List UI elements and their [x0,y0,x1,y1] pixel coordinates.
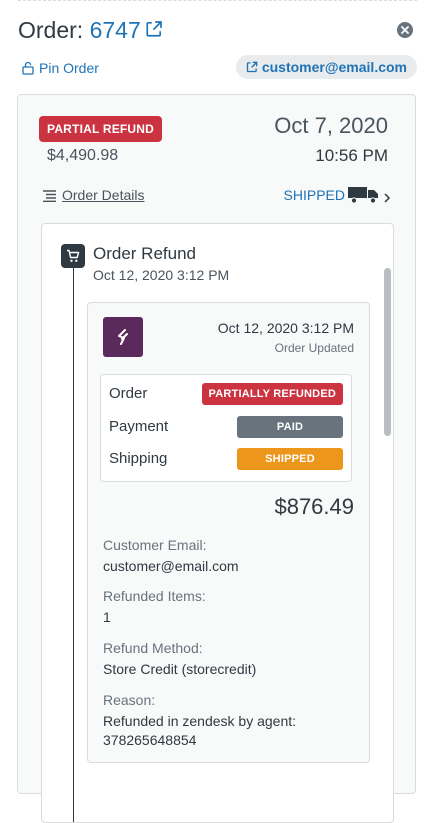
order-time: 10:56 PM [315,146,388,165]
field-customer-email: Customer Email: customer@email.com [103,536,358,576]
page-title: Order: 6747 [18,14,163,46]
field-refunded-items: Refunded Items: 1 [103,587,358,627]
pin-order-button[interactable]: Pin Order [22,59,99,77]
customer-email-link[interactable]: customer@email.com [235,55,417,79]
order-details-label: Order Details [62,187,145,203]
field-value: customer@email.com [103,558,239,574]
event-detail-card: Oct 12, 2020 3:12 PM Order Updated Order… [87,302,370,763]
field-value: Store Credit (storecredit) [103,661,257,677]
order-title-prefix: Order: [18,17,84,43]
status-label: Payment [109,418,169,435]
order-total: $4,490.98 [47,147,119,164]
external-link-icon [246,61,258,73]
timeline[interactable]: Order Refund Oct 12, 2020 3:12 PM Oct 12… [41,223,394,823]
scrollbar[interactable] [384,268,391,436]
status-pill: SHIPPED [237,448,343,470]
field-refund-method: Refund Method: Store Credit (storecredit… [103,639,358,679]
truck-icon [348,187,378,204]
status-table: Order PARTIALLY REFUNDED Payment PAID Sh… [100,374,352,482]
refund-amount: $876.49 [274,494,354,519]
shipping-status-label: SHIPPED [283,187,345,203]
status-label: Shipping [109,450,168,467]
field-label: Refund Method: [103,640,203,656]
field-label: Reason: [103,692,156,708]
field-value: 1 [103,609,111,625]
status-row-order: Order PARTIALLY REFUNDED [109,383,343,407]
app-logo [103,317,143,357]
external-link-icon [145,14,163,46]
order-details-link[interactable]: Order Details [43,186,144,204]
field-label: Customer Email: [103,537,207,553]
event-date: Oct 12, 2020 3:12 PM [93,267,230,283]
customer-email: customer@email.com [261,59,407,75]
status-badge: PARTIAL REFUND [39,116,163,142]
chevron-right-icon [384,193,391,203]
status-pill: PARTIALLY REFUNDED [201,383,343,405]
cart-icon [61,244,85,268]
status-pill: PAID [237,416,343,438]
shipping-status-link[interactable]: SHIPPED [284,185,391,205]
pin-order-label: Pin Order [39,60,99,76]
event-card-date: Oct 12, 2020 3:12 PM [217,320,354,336]
close-icon[interactable] [397,22,413,38]
field-reason: Reason: Refunded in zendesk by agent: 37… [103,691,358,750]
lock-icon [22,61,34,75]
list-icon [43,190,56,202]
field-value: Refunded in zendesk by agent: 3782656488… [103,713,297,748]
status-label: Order [109,385,148,402]
timeline-line [73,244,74,822]
event-card-subtitle: Order Updated [274,341,354,355]
status-row-shipping: Shipping SHIPPED [109,448,343,472]
order-date: Oct 7, 2020 [274,113,388,138]
status-row-payment: Payment PAID [109,416,343,440]
order-header: Order: 6747 [18,14,417,48]
order-number: 6747 [89,17,141,43]
order-summary-card: PARTIAL REFUND $4,490.98 Oct 7, 2020 10:… [17,94,416,823]
top-divider [18,0,417,1]
field-label: Refunded Items: [103,588,206,604]
event-title: Order Refund [93,244,196,263]
order-number-link[interactable]: 6747 [90,17,163,43]
